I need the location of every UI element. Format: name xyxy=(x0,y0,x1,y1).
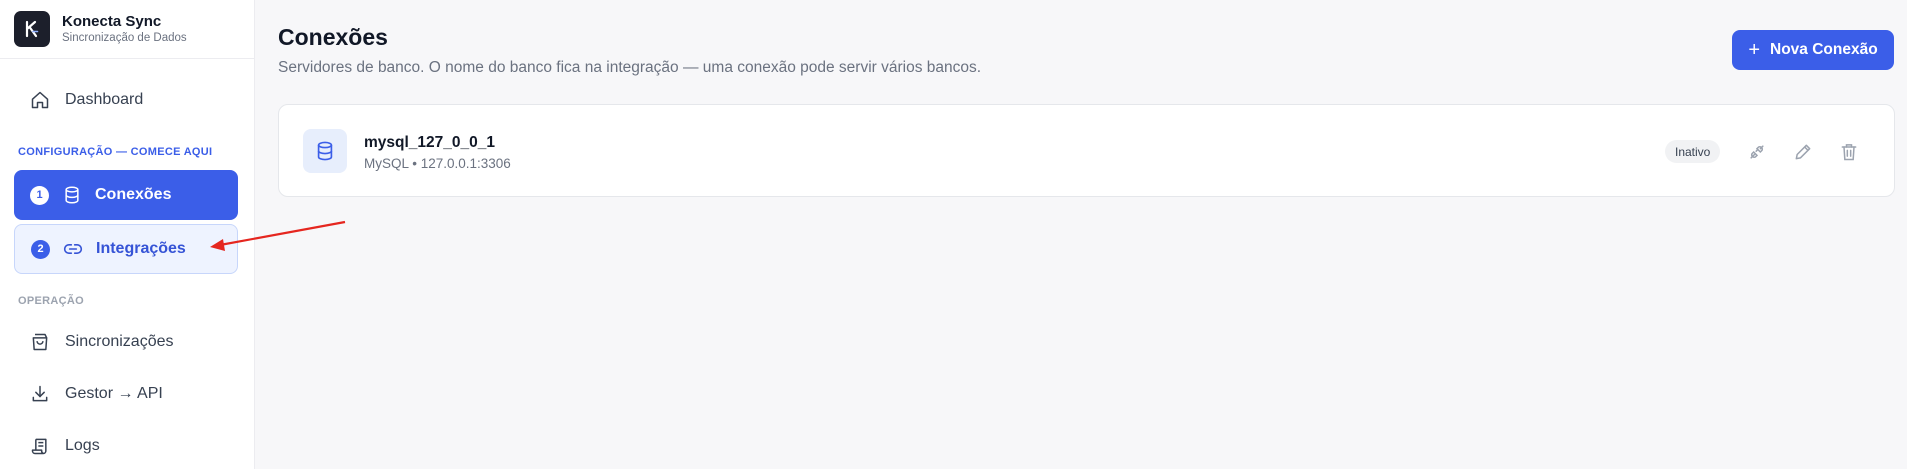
connection-meta: MySQL • 127.0.0.1:3306 xyxy=(364,156,511,171)
sidebar-item-logs[interactable]: Logs xyxy=(14,422,238,469)
app-logo xyxy=(14,11,50,47)
delete-button[interactable] xyxy=(1836,139,1862,165)
connection-card[interactable]: mysql_127_0_0_1 MySQL • 127.0.0.1:3306 I… xyxy=(278,104,1895,197)
database-icon xyxy=(61,184,83,206)
scroll-icon xyxy=(29,435,51,457)
edit-button[interactable] xyxy=(1790,139,1816,165)
sidebar-item-label: Dashboard xyxy=(65,91,144,108)
sidebar-item-integracoes[interactable]: 2 Integrações xyxy=(14,224,238,274)
sidebar-item-gestor-api[interactable]: Gestor → API xyxy=(14,370,238,418)
home-icon xyxy=(29,89,51,111)
sidebar-item-label: Gestor → API xyxy=(65,385,163,402)
connection-name: mysql_127_0_0_1 xyxy=(364,134,496,151)
status-badge: Inativo xyxy=(1665,140,1721,163)
k-logo-icon xyxy=(25,20,39,38)
plug-icon xyxy=(1750,145,1764,159)
database-icon xyxy=(303,129,347,173)
step-badge: 1 xyxy=(30,185,49,205)
brand-name: Konecta Sync xyxy=(62,12,162,30)
sidebar-item-conexoes[interactable]: 1 Conexões xyxy=(14,170,238,220)
sidebar-item-label: Logs xyxy=(65,437,100,454)
download-icon xyxy=(29,383,51,405)
new-connection-button[interactable]: + Nova Conexão xyxy=(1732,30,1894,70)
section-label-config: CONFIGURAÇÃO — COMECE AQUI xyxy=(18,146,213,158)
sidebar-item-label: Sincronizações xyxy=(65,333,174,350)
shopping-bag-icon xyxy=(29,331,51,353)
page-subtitle: Servidores de banco. O nome do banco fic… xyxy=(278,59,982,76)
test-connection-button[interactable] xyxy=(1744,139,1770,165)
sidebar-item-label: Conexões xyxy=(95,186,172,203)
section-label-operation: OPERAÇÃO xyxy=(18,295,84,307)
trash-icon xyxy=(1841,144,1857,161)
step-badge: 2 xyxy=(31,239,50,259)
sidebar-item-label: Integrações xyxy=(96,240,186,257)
brand-subtitle: Sincronização de Dados xyxy=(62,31,187,44)
sidebar: Konecta Sync Sincronização de Dados Dash… xyxy=(0,0,255,469)
pencil-icon xyxy=(1795,144,1811,160)
sidebar-item-dashboard[interactable]: Dashboard xyxy=(14,76,238,124)
plus-icon: + xyxy=(1748,39,1760,61)
brand[interactable]: Konecta Sync Sincronização de Dados xyxy=(14,11,187,47)
sidebar-item-sincronizacoes[interactable]: Sincronizações xyxy=(14,318,238,366)
divider xyxy=(0,58,255,59)
new-connection-label: Nova Conexão xyxy=(1770,41,1878,58)
link-icon xyxy=(62,238,84,260)
page-title: Conexões xyxy=(278,24,388,50)
